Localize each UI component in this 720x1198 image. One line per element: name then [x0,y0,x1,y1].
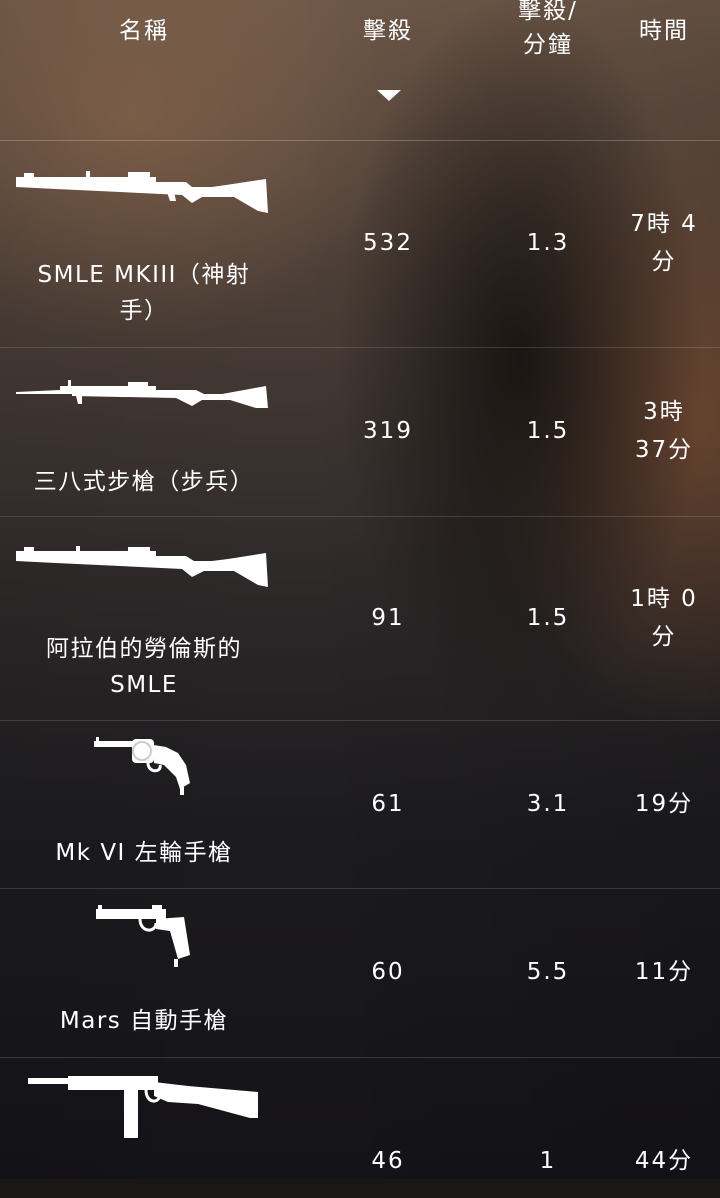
kills-value: 61 [371,791,405,817]
weapon-name: Mars 自動手槍 [59,1008,229,1034]
weapon-name: 阿拉伯的勞倫斯的 SMLE [46,636,242,698]
kills-value: 46 [371,1148,405,1174]
column-header-kpm-line2: 分鐘 [523,32,573,58]
kills-value: 319 [363,418,413,444]
weapon-name: Mk VI 左輪手槍 [55,840,233,866]
table-row[interactable]: SMLE MKIII（神射 手） 532 1.3 7時 4 分 [0,141,720,348]
submachine-gun-icon [0,1074,288,1142]
weapon-name: SMLE MKIII（神射 手） [37,262,251,324]
column-header-kills-per-minute[interactable]: 擊殺/ 分鐘 [478,0,618,62]
table-row[interactable]: Mars 自動手槍 60 5.5 11分 [0,889,720,1058]
kpm-value: 1.5 [526,418,570,444]
time-value: 7時 4 分 [630,211,698,275]
kills-value: 60 [371,959,405,985]
pistol-icon [0,905,288,969]
column-header-time[interactable]: 時間 [608,14,720,48]
table-row[interactable]: Mk VI 左輪手槍 61 3.1 19分 [0,721,720,889]
kpm-value: 5.5 [526,959,570,985]
column-header-kpm-line1: 擊殺/ [518,0,578,24]
revolver-icon [0,737,288,797]
kpm-value: 1 [539,1148,557,1174]
time-value: 19分 [634,791,694,817]
kpm-value: 1.3 [526,230,570,256]
kills-value: 91 [371,605,405,631]
table-header: 名稱 擊殺 擊殺/ 分鐘 時間 [0,0,720,141]
time-value: 44分 [634,1148,694,1174]
weapon-name: 三八式步槍（步兵） [33,469,255,495]
rifle-scoped-icon [0,167,288,217]
time-value: 3時 37分 [634,399,694,463]
kills-value: 532 [363,230,413,256]
rifle-bayonet-icon [0,376,288,416]
time-value: 11分 [634,959,694,985]
rifle-icon [0,543,288,591]
table-row[interactable]: 三八式步槍（步兵） 319 1.5 3時 37分 [0,348,720,517]
sort-descending-icon[interactable] [377,90,401,101]
kpm-value: 3.1 [526,791,570,817]
column-header-kills[interactable]: 擊殺 [318,14,458,48]
column-header-name[interactable]: 名稱 [0,14,288,48]
table-row[interactable]: 阿拉伯的勞倫斯的 SMLE 91 1.5 1時 0 分 [0,517,720,721]
time-value: 1時 0 分 [630,586,698,650]
kpm-value: 1.5 [526,605,570,631]
table-row[interactable]: 46 1 44分 [0,1058,720,1198]
